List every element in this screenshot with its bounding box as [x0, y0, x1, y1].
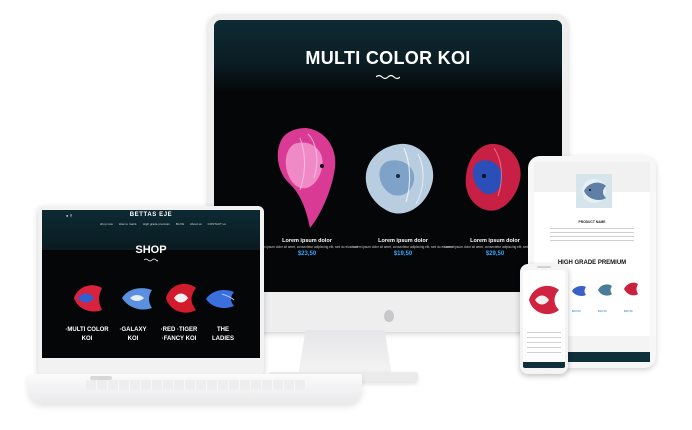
monitor-stand — [298, 330, 392, 376]
category-label-line: ·FANCY KOI — [161, 336, 197, 342]
category-label-line: ·GALAXY — [119, 327, 147, 333]
fish-image-multicolor — [74, 285, 102, 312]
category-link[interactable]: THE LADIES — [198, 326, 248, 344]
product-description: Lorem ipsum dolor sit amet, consectetur … — [256, 245, 358, 249]
product-description-lines — [550, 228, 634, 242]
category-label-line: THE — [217, 327, 229, 333]
desktop-screen: MULTI COLOR KOI Lorem ipsum dolor Lorem … — [214, 20, 562, 292]
category-label-line: KOI — [81, 336, 93, 342]
fish-image-silver — [365, 143, 434, 214]
wave-divider-icon — [144, 258, 158, 262]
fish-image-teal[interactable] — [596, 282, 614, 298]
hero-title: MULTI COLOR KOI — [305, 48, 471, 68]
brand-logo[interactable]: BETTAS EJE — [42, 212, 260, 218]
category-label-line: ·RED ·TIGER — [160, 327, 198, 333]
category-link[interactable]: ·GALAXY KOI — [108, 326, 158, 344]
phone-footer-bar — [523, 362, 565, 368]
main-menu: shop now How to maint. High grade premiu… — [100, 222, 250, 226]
product-name: PRODUCT NAME — [578, 220, 606, 224]
category-link[interactable]: ·MULTI COLOR KOI — [62, 326, 112, 344]
laptop-screen: ● ⚲ BETTAS EJE shop now How to maint. Hi… — [42, 210, 260, 358]
product-image — [576, 174, 612, 208]
menu-item[interactable]: BLOG — [176, 222, 184, 226]
product-price: $23.50 — [572, 309, 581, 313]
menu-item[interactable]: High grade premium — [143, 222, 170, 226]
product-card[interactable]: Lorem ipsum dolor Lorem ipsum dolor sit … — [252, 238, 362, 257]
wave-divider-icon — [376, 74, 400, 80]
phone-screen — [523, 270, 565, 368]
menu-item[interactable]: shop now — [100, 222, 113, 226]
phone-speaker — [537, 266, 551, 268]
fish-image-galaxy — [122, 288, 152, 310]
laptop-keyboard — [86, 380, 306, 390]
fish-image-red-tiger — [166, 283, 196, 313]
menu-item[interactable]: About us — [190, 222, 202, 226]
product-price: $23,50 — [297, 251, 317, 257]
fish-image-blue[interactable] — [570, 284, 588, 298]
fish-image-red-blue — [465, 143, 521, 211]
fish-image-red[interactable] — [622, 280, 640, 298]
fish-image-pink — [277, 128, 336, 228]
fish-image-product — [582, 179, 606, 203]
category-label-line: KOI — [127, 336, 139, 342]
fish-image-phone — [529, 285, 559, 315]
product-price: $19.50 — [598, 309, 607, 313]
category-label-line: ·MULTI COLOR — [65, 327, 109, 333]
phone-text-lines — [527, 332, 561, 354]
category-link[interactable]: ·RED ·TIGER ·FANCY KOI — [154, 326, 204, 344]
product-name: Lorem ipsum dolor — [282, 238, 332, 244]
menu-item[interactable]: How to maint. — [119, 222, 137, 226]
phone-hero — [523, 276, 565, 322]
fish-image-ladies — [206, 290, 235, 308]
product-row — [568, 276, 648, 306]
apple-logo-icon — [384, 310, 394, 322]
product-price: $29.50 — [624, 309, 633, 313]
menu-item[interactable]: CONTACT us — [208, 222, 226, 226]
category-label-line: LADIES — [211, 336, 234, 342]
page-title: SHOP — [135, 244, 167, 256]
